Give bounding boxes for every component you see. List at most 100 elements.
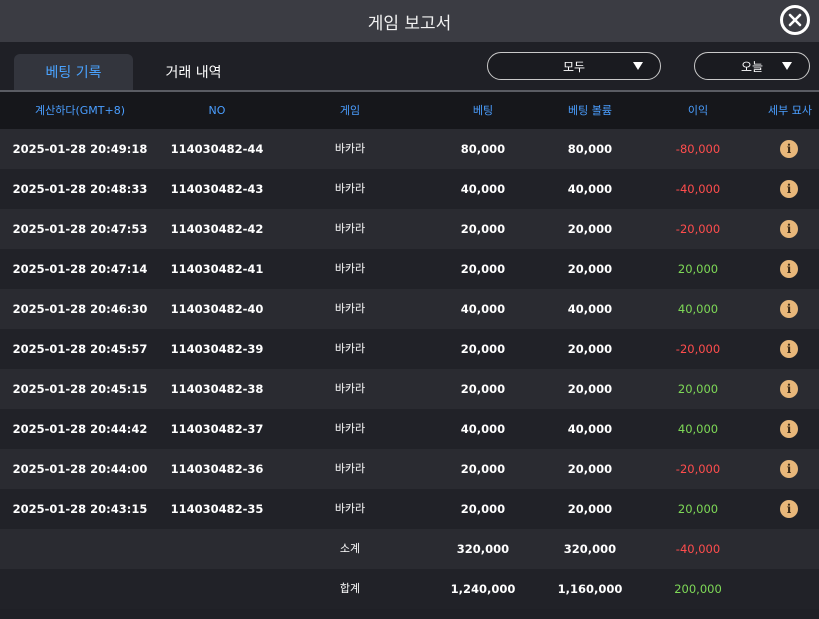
cell-no: 114030482-42 <box>170 222 264 236</box>
cell-no: 114030482-39 <box>170 342 264 356</box>
close-button[interactable] <box>780 5 810 35</box>
cell-bet: 20,000 <box>460 462 506 476</box>
table-header: 계산하다(GMT+8) NO 게임 베팅 베팅 볼륨 이익 세부 묘사 <box>0 92 819 129</box>
cell-profit: 20,000 <box>677 502 719 516</box>
cell-bet: 20,000 <box>460 342 506 356</box>
cell-profit: 40,000 <box>677 422 719 436</box>
table-row: 2025-01-28 20:47:53 114030482-42 바카라 20,… <box>0 209 819 249</box>
info-icon[interactable]: i <box>780 460 798 478</box>
category-dropdown[interactable]: 모두 <box>487 52 661 80</box>
table-row: 2025-01-28 20:49:18 114030482-44 바카라 80,… <box>0 129 819 169</box>
total-label: 합계 <box>339 582 361 595</box>
subtotal-row: 소계 320,000 320,000 -40,000 <box>0 529 819 569</box>
column-header-detail: 세부 묘사 <box>768 104 812 117</box>
subtotal-label: 소계 <box>339 542 361 555</box>
cell-bet: 40,000 <box>460 182 506 196</box>
table-row: 2025-01-28 20:48:33 114030482-43 바카라 40,… <box>0 169 819 209</box>
cell-volume: 20,000 <box>567 342 613 356</box>
cell-game: 바카라 <box>334 422 366 435</box>
info-icon[interactable]: i <box>780 380 798 398</box>
cell-time: 2025-01-28 20:45:15 <box>12 382 148 396</box>
column-header-bet: 베팅 <box>472 104 494 117</box>
subtotal-volume: 320,000 <box>563 542 617 556</box>
tab-betting-history[interactable]: 베팅 기록 <box>14 54 133 90</box>
cell-profit: -20,000 <box>675 342 721 356</box>
cell-no: 114030482-35 <box>170 502 264 516</box>
cell-no: 114030482-41 <box>170 262 264 276</box>
column-header-volume: 베팅 볼륨 <box>568 104 612 117</box>
caret-down-icon <box>633 62 643 70</box>
cell-profit: 20,000 <box>677 382 719 396</box>
cell-bet: 20,000 <box>460 382 506 396</box>
cell-volume: 20,000 <box>567 462 613 476</box>
column-header-game: 게임 <box>339 104 361 117</box>
cell-profit: -40,000 <box>675 182 721 196</box>
cell-profit: -20,000 <box>675 222 721 236</box>
cell-volume: 20,000 <box>567 382 613 396</box>
table-row: 2025-01-28 20:44:42 114030482-37 바카라 40,… <box>0 409 819 449</box>
cell-volume: 20,000 <box>567 502 613 516</box>
table-row: 2025-01-28 20:45:57 114030482-39 바카라 20,… <box>0 329 819 369</box>
total-profit: 200,000 <box>674 582 722 596</box>
column-header-time: 계산하다(GMT+8) <box>34 104 125 117</box>
cell-game: 바카라 <box>334 462 366 475</box>
cell-time: 2025-01-28 20:46:30 <box>12 302 148 316</box>
table-row: 2025-01-28 20:47:14 114030482-41 바카라 20,… <box>0 249 819 289</box>
cell-time: 2025-01-28 20:43:15 <box>12 502 148 516</box>
cell-game: 바카라 <box>334 382 366 395</box>
cell-profit: 20,000 <box>677 262 719 276</box>
cell-game: 바카라 <box>334 222 366 235</box>
cell-no: 114030482-40 <box>170 302 264 316</box>
subtotal-bet: 320,000 <box>456 542 510 556</box>
cell-no: 114030482-44 <box>170 142 264 156</box>
cell-time: 2025-01-28 20:49:18 <box>12 142 148 156</box>
info-icon[interactable]: i <box>780 220 798 238</box>
cell-bet: 40,000 <box>460 422 506 436</box>
total-bet: 1,240,000 <box>450 582 516 596</box>
cell-bet: 80,000 <box>460 142 506 156</box>
cell-time: 2025-01-28 20:44:42 <box>12 422 148 436</box>
cell-profit: -20,000 <box>675 462 721 476</box>
info-icon[interactable]: i <box>780 140 798 158</box>
cell-profit: 40,000 <box>677 302 719 316</box>
table-row: 2025-01-28 20:43:15 114030482-35 바카라 20,… <box>0 489 819 529</box>
cell-time: 2025-01-28 20:47:53 <box>12 222 148 236</box>
tab-transaction-history[interactable]: 거래 내역 <box>134 54 253 90</box>
info-icon[interactable]: i <box>780 500 798 518</box>
info-icon[interactable]: i <box>780 180 798 198</box>
cell-no: 114030482-38 <box>170 382 264 396</box>
info-icon[interactable]: i <box>780 340 798 358</box>
period-dropdown[interactable]: 오늘 <box>694 52 810 80</box>
info-icon[interactable]: i <box>780 300 798 318</box>
cell-bet: 40,000 <box>460 302 506 316</box>
title-bar: 게임 보고서 <box>0 0 819 42</box>
cell-game: 바카라 <box>334 142 366 155</box>
cell-volume: 40,000 <box>567 302 613 316</box>
column-header-profit: 이익 <box>687 104 709 117</box>
total-row: 합계 1,240,000 1,160,000 200,000 <box>0 569 819 609</box>
info-icon[interactable]: i <box>780 260 798 278</box>
cell-game: 바카라 <box>334 262 366 275</box>
cell-volume: 20,000 <box>567 222 613 236</box>
cell-bet: 20,000 <box>460 502 506 516</box>
cell-time: 2025-01-28 20:48:33 <box>12 182 148 196</box>
toolbar: 베팅 기록 거래 내역 모두 오늘 <box>0 42 819 90</box>
cell-bet: 20,000 <box>460 222 506 236</box>
cell-volume: 20,000 <box>567 262 613 276</box>
table-row: 2025-01-28 20:44:00 114030482-36 바카라 20,… <box>0 449 819 489</box>
column-header-no: NO <box>208 104 226 117</box>
cell-profit: -80,000 <box>675 142 721 156</box>
cell-no: 114030482-37 <box>170 422 264 436</box>
category-dropdown-value: 모두 <box>562 59 586 74</box>
info-icon[interactable]: i <box>780 420 798 438</box>
cell-game: 바카라 <box>334 182 366 195</box>
subtotal-profit: -40,000 <box>675 542 721 556</box>
cell-time: 2025-01-28 20:47:14 <box>12 262 148 276</box>
cell-time: 2025-01-28 20:45:57 <box>12 342 148 356</box>
table-row: 2025-01-28 20:46:30 114030482-40 바카라 40,… <box>0 289 819 329</box>
cell-time: 2025-01-28 20:44:00 <box>12 462 148 476</box>
cell-game: 바카라 <box>334 502 366 515</box>
cell-game: 바카라 <box>334 342 366 355</box>
caret-down-icon <box>782 62 792 70</box>
period-dropdown-value: 오늘 <box>740 59 764 74</box>
